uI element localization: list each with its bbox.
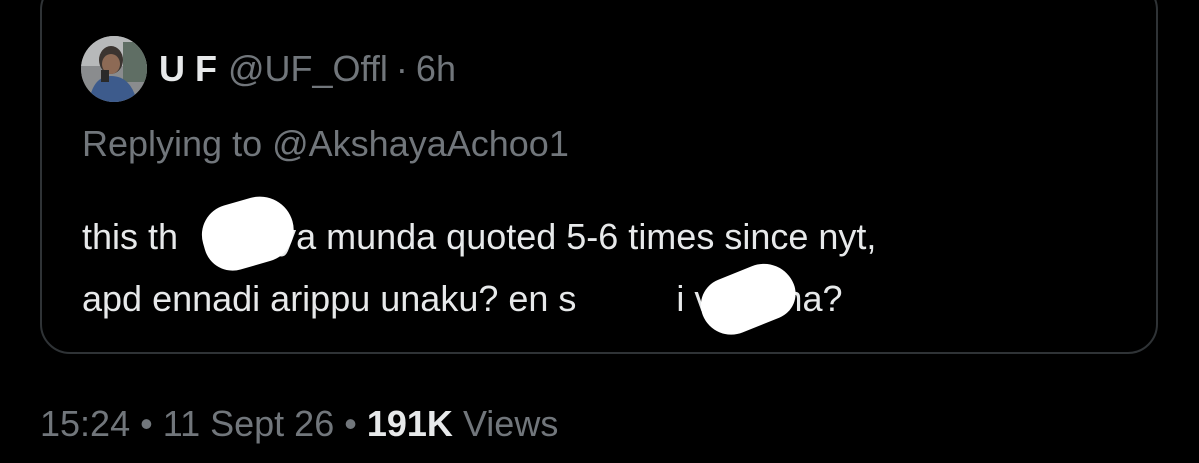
meta-dot: • xyxy=(140,403,153,444)
author-display-name[interactable]: U F xyxy=(159,47,217,91)
replying-to-label: Replying to xyxy=(82,123,263,164)
author-handle[interactable]: @UF_Offl xyxy=(228,47,388,91)
tweet-screenshot: U F @UF_Offl · 6h Replying to @AkshayaAc… xyxy=(0,0,1199,463)
replying-to-line: Replying to @AkshayaAchoo1 xyxy=(82,122,569,166)
meta-dot: • xyxy=(344,403,357,444)
separator-dot: · xyxy=(395,48,408,89)
tweet-time[interactable]: 15:24 xyxy=(40,403,130,444)
avatar[interactable] xyxy=(81,36,147,102)
reply-to-mention[interactable]: @AkshayaAchoo1 xyxy=(272,123,569,164)
tweet-author-row: U F @UF_Offl · 6h xyxy=(159,47,456,91)
avatar-photo-icon xyxy=(81,36,147,102)
views-label[interactable]: Views xyxy=(463,403,558,444)
tweet-date[interactable]: 11 Sept 26 xyxy=(163,403,334,444)
tweet-meta-row: 15:24 • 11 Sept 26 • 191K Views xyxy=(40,399,558,449)
tweet-age[interactable]: 6h xyxy=(416,47,456,91)
views-count[interactable]: 191K xyxy=(367,403,453,444)
